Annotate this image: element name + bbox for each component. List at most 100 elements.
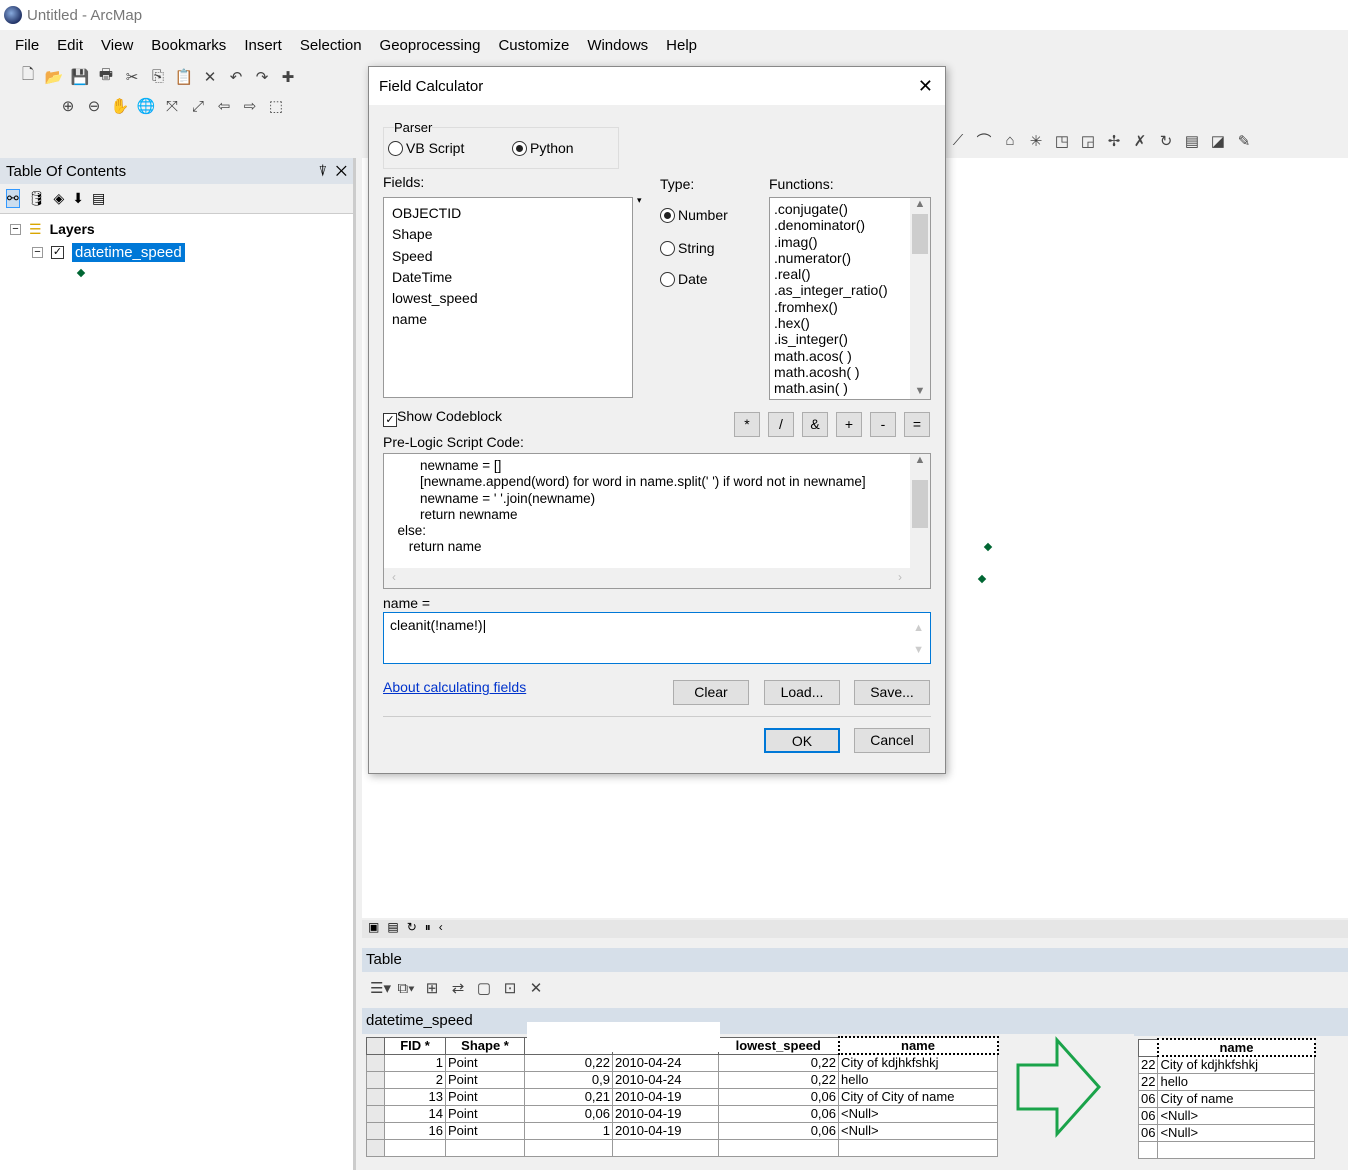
operator-button[interactable]: +: [836, 412, 862, 437]
save-button[interactable]: Save...: [854, 680, 930, 705]
field-item[interactable]: Speed: [392, 246, 624, 267]
refresh-icon[interactable]: ↻: [407, 920, 417, 938]
visibility-checkbox[interactable]: ✓: [51, 245, 64, 259]
scroll-left-icon[interactable]: ‹: [439, 920, 443, 938]
curve-icon[interactable]: ⌒: [974, 130, 994, 151]
function-item[interactable]: .hex(): [774, 315, 926, 331]
zoom-in-icon[interactable]: ⊕: [58, 97, 78, 115]
menu-selection[interactable]: Selection: [291, 37, 371, 54]
delete-selected-icon[interactable]: ✕: [526, 979, 546, 997]
close-icon[interactable]: ✕: [336, 163, 347, 180]
operator-button[interactable]: -: [870, 412, 896, 437]
field-item[interactable]: Shape: [392, 224, 624, 245]
function-item[interactable]: math.acos( ): [774, 348, 926, 364]
load-button[interactable]: Load...: [764, 680, 840, 705]
zoom-to-selected-icon[interactable]: ⊡: [500, 979, 520, 997]
menu-file[interactable]: File: [6, 37, 48, 54]
close-icon[interactable]: ✕: [918, 76, 933, 97]
forward-icon[interactable]: ⇨: [240, 97, 260, 115]
row-selector[interactable]: [366, 1121, 385, 1140]
layer-name[interactable]: datetime_speed: [72, 242, 185, 262]
show-codeblock-checkbox[interactable]: ✓ Show Codeblock: [383, 408, 502, 427]
function-item[interactable]: .real(): [774, 266, 926, 282]
cut-icon[interactable]: ✂: [122, 68, 142, 86]
select-icon[interactable]: ⬚: [266, 97, 286, 115]
field-item[interactable]: OBJECTID: [392, 203, 624, 224]
function-item[interactable]: .conjugate(): [774, 201, 926, 217]
fixed-zoom-in-icon[interactable]: ⤧: [162, 98, 182, 115]
list-by-source-icon[interactable]: 🛢: [28, 190, 46, 207]
list-by-visibility-icon[interactable]: ◈: [54, 190, 65, 207]
functions-list[interactable]: .conjugate() .denominator() .imag() .numera…: [769, 197, 931, 400]
function-item[interactable]: .fromhex(): [774, 299, 926, 315]
menu-help[interactable]: Help: [657, 37, 706, 54]
menu-geoprocessing[interactable]: Geoprocessing: [371, 37, 490, 54]
options-icon[interactable]: ▤: [92, 190, 105, 207]
function-item[interactable]: .is_integer(): [774, 331, 926, 347]
back-icon[interactable]: ⇦: [214, 97, 234, 115]
attributes-icon[interactable]: ▤: [1182, 132, 1202, 150]
related-tables-icon[interactable]: ⧉▾: [396, 980, 416, 997]
line-icon[interactable]: ⟋: [948, 132, 968, 149]
collapse-icon[interactable]: −: [32, 246, 43, 258]
function-item[interactable]: math.acosh( ): [774, 364, 926, 380]
menu-insert[interactable]: Insert: [235, 37, 291, 54]
table-row[interactable]: 1 Point 0,22 2010-04-24 0,22 City of kdjhkfsh…: [366, 1053, 998, 1072]
menu-customize[interactable]: Customize: [489, 37, 578, 54]
result-row[interactable]: 06 <Null>: [1137, 1106, 1316, 1125]
field-item[interactable]: name: [392, 309, 624, 330]
new-icon[interactable]: 🗋: [18, 64, 38, 89]
layers-node[interactable]: − ☰ Layers: [10, 218, 343, 240]
edit-vertices-icon[interactable]: ◳: [1052, 132, 1072, 150]
table-options-icon[interactable]: ☰▾: [370, 979, 391, 997]
vbscript-radio[interactable]: VB Script: [388, 140, 464, 156]
functions-scrollbar[interactable]: ▲ ▼: [910, 198, 930, 399]
function-item[interactable]: .imag(): [774, 234, 926, 250]
python-radio[interactable]: Python: [512, 140, 574, 156]
open-icon[interactable]: 📂: [44, 68, 64, 86]
row-selector[interactable]: [366, 1053, 385, 1072]
fields-list[interactable]: OBJECTID Shape Speed DateTime lowest_speed na…: [383, 197, 633, 398]
zoom-out-icon[interactable]: ⊖: [84, 97, 104, 115]
row-selector[interactable]: [366, 1104, 385, 1123]
column-header[interactable]: Shape *: [445, 1036, 525, 1055]
table-row[interactable]: 16 Point 1 2010-04-19 0,06 <Null>: [366, 1121, 998, 1140]
reshape-icon[interactable]: ◲: [1078, 132, 1098, 150]
type-date-radio[interactable]: Date: [660, 271, 708, 287]
clear-selection-icon[interactable]: ▢: [474, 979, 494, 997]
list-by-drawing-order-icon[interactable]: ⚯: [6, 189, 20, 208]
table-row[interactable]: 2 Point 0,9 2010-04-24 0,22 hello: [366, 1070, 998, 1089]
collapse-icon[interactable]: −: [10, 223, 21, 235]
operator-button[interactable]: &: [802, 412, 828, 437]
cancel-button[interactable]: Cancel: [854, 728, 930, 753]
split-icon[interactable]: ✢: [1104, 132, 1124, 150]
undo-icon[interactable]: ↶: [226, 68, 246, 86]
ok-button[interactable]: OK: [764, 728, 840, 753]
table-row[interactable]: 13 Point 0,21 2010-04-19 0,06 City of City of…: [366, 1087, 998, 1106]
menu-windows[interactable]: Windows: [578, 37, 657, 54]
function-item[interactable]: .as_integer_ratio(): [774, 282, 926, 298]
add-data-icon[interactable]: ✚: [278, 68, 298, 86]
codeblock-editor[interactable]: newname = [] [newname.append(word) for w…: [383, 453, 931, 589]
code-vscrollbar[interactable]: ▲: [910, 454, 930, 568]
layout-view-icon[interactable]: ▤: [387, 920, 398, 938]
function-item[interactable]: .numerator(): [774, 250, 926, 266]
clear-button[interactable]: Clear: [673, 680, 749, 705]
snap-icon[interactable]: ✳: [1026, 132, 1046, 150]
delete-icon[interactable]: ✕: [200, 68, 220, 86]
table-row[interactable]: 14 Point 0,06 2010-04-19 0,06 <Null>: [366, 1104, 998, 1123]
code-hscrollbar[interactable]: ‹ ›: [384, 568, 930, 588]
fixed-zoom-out-icon[interactable]: ⤢: [188, 98, 208, 115]
row-selector[interactable]: [366, 1087, 385, 1106]
type-number-radio[interactable]: Number: [660, 207, 728, 223]
expression-input[interactable]: cleanit(!name!)| ▲ ▼: [383, 612, 931, 664]
data-view-icon[interactable]: ▣: [368, 920, 379, 938]
menu-view[interactable]: View: [92, 37, 142, 54]
menu-bookmarks[interactable]: Bookmarks: [142, 37, 235, 54]
full-extent-icon[interactable]: 🌐: [136, 97, 156, 115]
column-header[interactable]: name: [837, 1036, 999, 1055]
switch-selection-icon[interactable]: ⇄: [448, 979, 468, 997]
pause-icon[interactable]: ⏸: [425, 920, 431, 938]
select-by-attributes-icon[interactable]: ⊞: [422, 979, 442, 997]
shape-icon[interactable]: ⌂: [1000, 132, 1020, 149]
